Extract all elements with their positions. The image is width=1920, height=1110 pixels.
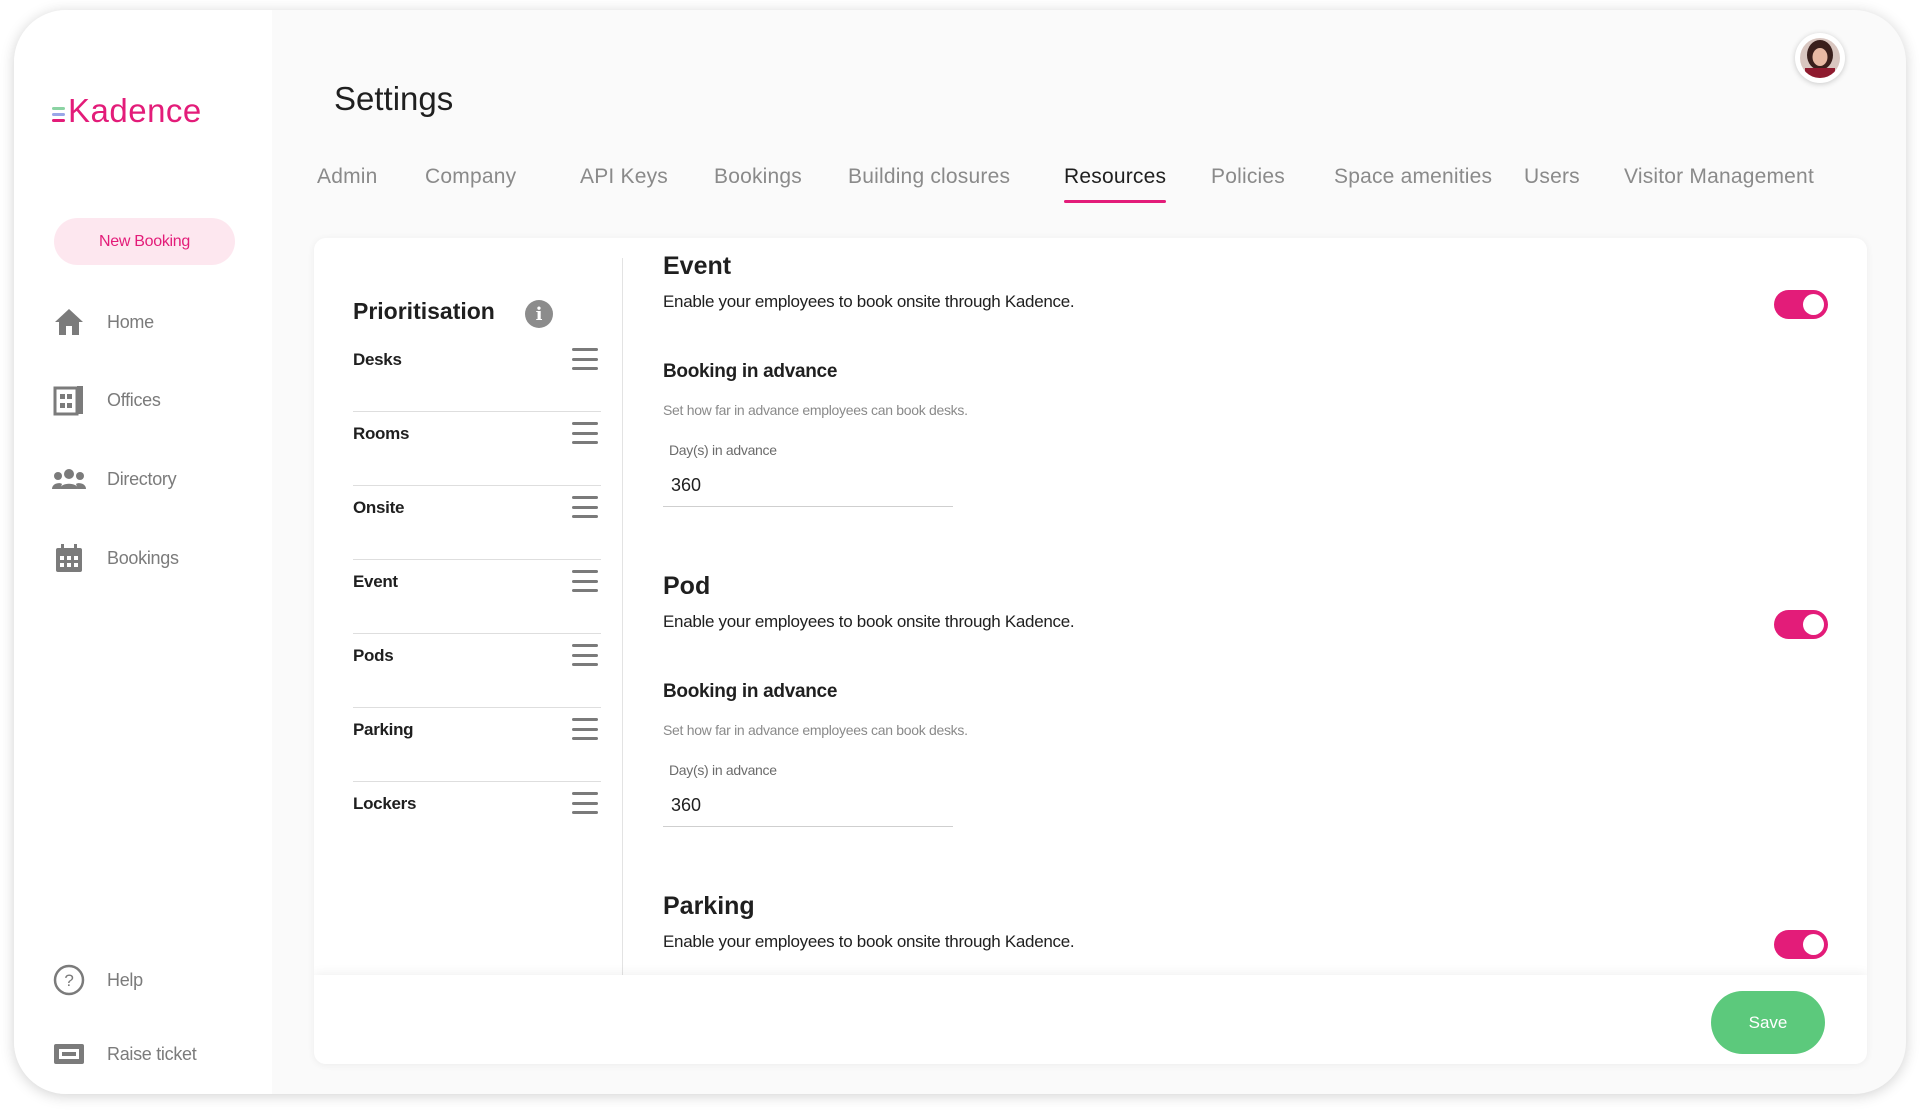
office-icon [52, 383, 86, 417]
drag-handle-icon[interactable] [572, 348, 598, 370]
user-avatar[interactable] [1795, 33, 1845, 83]
sidebar-item-help[interactable]: ? Help [52, 963, 143, 997]
event-days-in-advance-input[interactable] [663, 465, 953, 507]
drag-handle-icon[interactable] [572, 792, 598, 814]
drag-handle-icon[interactable] [572, 718, 598, 740]
prioritisation-item-label: Event [353, 572, 398, 591]
toggle-knob [1803, 614, 1824, 635]
advance-title: Booking in advance [663, 361, 838, 382]
resource-section-event: Event Enable your employees to book onsi… [663, 252, 1828, 552]
section-description: Enable your employees to book onsite thr… [663, 292, 1075, 311]
sidebar-item-offices[interactable]: Offices [52, 383, 161, 417]
sidebar-item-label: Bookings [107, 547, 179, 568]
tab-space-amenities[interactable]: Space amenities [1334, 165, 1492, 189]
app-window: Kadence New Booking Home Offices Directo… [14, 10, 1906, 1094]
prioritisation-title: Prioritisation [353, 298, 495, 324]
sidebar: Kadence New Booking Home Offices Directo… [14, 10, 272, 1094]
prioritisation-item-label: Pods [353, 646, 394, 665]
parking-enabled-toggle[interactable] [1774, 930, 1828, 959]
drag-handle-icon[interactable] [572, 570, 598, 592]
toggle-knob [1803, 934, 1824, 955]
resources-card: Prioritisation i Desks Rooms Onsite Even… [314, 238, 1867, 1064]
page-title: Settings [334, 80, 454, 117]
sidebar-item-label: Help [107, 969, 143, 990]
sidebar-item-label: Raise ticket [107, 1043, 197, 1064]
info-icon[interactable]: i [525, 300, 553, 328]
prioritisation-item[interactable]: Lockers [353, 782, 601, 856]
column-divider [622, 258, 623, 988]
ticket-icon [52, 1037, 86, 1071]
sidebar-item-bookings[interactable]: Bookings [52, 541, 179, 575]
sidebar-item-home[interactable]: Home [52, 305, 154, 339]
days-in-advance-label: Day(s) in advance [669, 442, 777, 458]
prioritisation-item-label: Onsite [353, 498, 405, 517]
tab-admin[interactable]: Admin [317, 165, 378, 189]
kadence-logo[interactable]: Kadence [52, 92, 202, 130]
event-enabled-toggle[interactable] [1774, 290, 1828, 319]
tab-api-keys[interactable]: API Keys [580, 165, 668, 189]
logo-mark-icon [52, 106, 65, 122]
prioritisation-item[interactable]: Event [353, 560, 601, 634]
logo-text: Kadence [68, 92, 202, 129]
pod-enabled-toggle[interactable] [1774, 610, 1828, 639]
toggle-knob [1803, 294, 1824, 315]
drag-handle-icon[interactable] [572, 496, 598, 518]
sidebar-item-label: Directory [107, 468, 177, 489]
tab-company[interactable]: Company [425, 165, 516, 189]
people-icon [52, 462, 86, 496]
tab-bookings[interactable]: Bookings [714, 165, 802, 189]
sidebar-item-label: Home [107, 311, 154, 332]
tab-policies[interactable]: Policies [1211, 165, 1285, 189]
pod-days-in-advance-input[interactable] [663, 785, 953, 827]
avatar-image [1800, 38, 1840, 78]
prioritisation-item-label: Parking [353, 720, 414, 739]
svg-text:?: ? [64, 971, 73, 990]
sidebar-item-label: Offices [107, 389, 161, 410]
tab-visitor-management[interactable]: Visitor Management [1624, 165, 1814, 189]
advance-title: Booking in advance [663, 681, 838, 702]
resource-section-pod: Pod Enable your employees to book onsite… [663, 572, 1828, 872]
prioritisation-item-label: Lockers [353, 794, 417, 813]
prioritisation-item[interactable]: Rooms [353, 412, 601, 486]
drag-handle-icon[interactable] [572, 644, 598, 666]
section-title: Parking [663, 892, 755, 920]
prioritisation-item-label: Rooms [353, 424, 410, 443]
tab-resources[interactable]: Resources [1064, 165, 1167, 203]
section-description: Enable your employees to book onsite thr… [663, 932, 1075, 951]
section-title: Event [663, 252, 732, 280]
prioritisation-item[interactable]: Onsite [353, 486, 601, 560]
advance-description: Set how far in advance employees can boo… [663, 402, 968, 418]
help-icon: ? [52, 963, 86, 997]
days-in-advance-label: Day(s) in advance [669, 762, 777, 778]
prioritisation-item-label: Desks [353, 350, 402, 369]
calendar-icon [52, 541, 86, 575]
tab-users[interactable]: Users [1524, 165, 1580, 189]
card-footer: Save [314, 975, 1867, 1064]
sidebar-item-raise-ticket[interactable]: Raise ticket [52, 1037, 197, 1071]
home-icon [52, 305, 86, 339]
prioritisation-item[interactable]: Pods [353, 634, 601, 708]
new-booking-button[interactable]: New Booking [54, 218, 235, 265]
section-description: Enable your employees to book onsite thr… [663, 612, 1075, 631]
save-button[interactable]: Save [1711, 991, 1825, 1054]
tab-building-closures[interactable]: Building closures [848, 165, 1010, 189]
prioritisation-item[interactable]: Parking [353, 708, 601, 782]
prioritisation-item[interactable]: Desks [353, 338, 601, 412]
section-title: Pod [663, 572, 711, 600]
sidebar-item-directory[interactable]: Directory [52, 462, 177, 496]
advance-description: Set how far in advance employees can boo… [663, 722, 968, 738]
drag-handle-icon[interactable] [572, 422, 598, 444]
